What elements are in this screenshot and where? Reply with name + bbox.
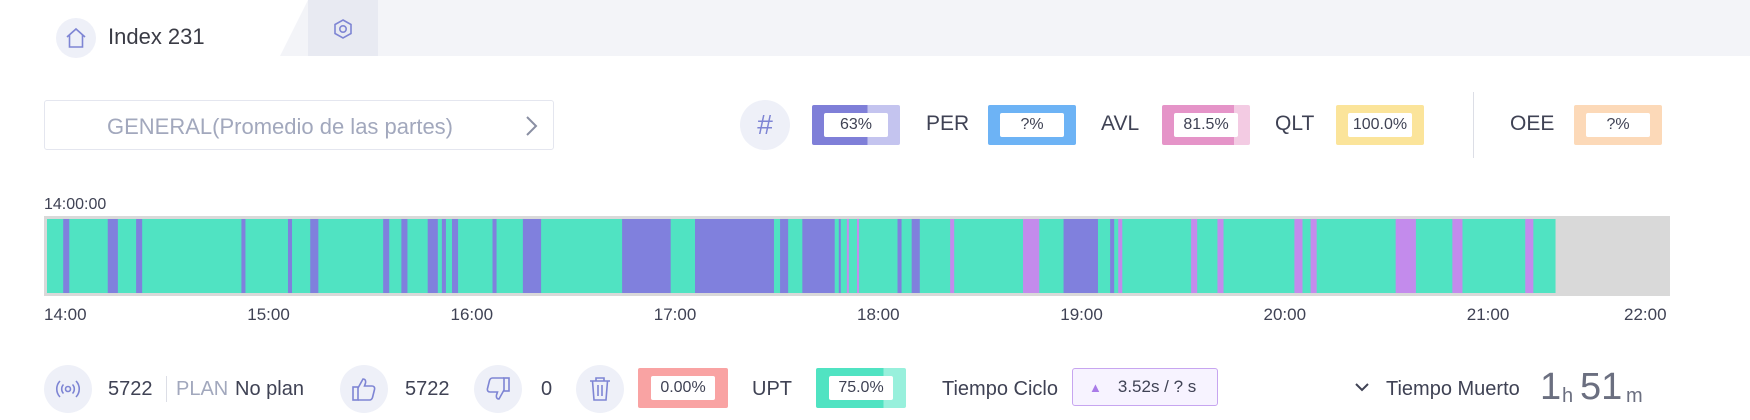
timeline-stopped-segment [310,219,319,293]
scrap-percent-box: 0.00% [638,368,728,408]
trash-icon [576,365,624,413]
scrap-percent-value: 0.00% [651,376,715,400]
ciclo-value-box: ▲ 3.52s / ? s [1072,368,1218,406]
timeline-tick-label: 16:00 [450,305,494,324]
timeline-microstop-segment [1294,219,1303,293]
timeline-microstop-segment [1395,219,1416,293]
oee-metric-value: ?% [1586,113,1650,137]
triangle-up-icon: ▲ [1089,379,1102,395]
tab-title: Index 231 [108,24,205,49]
tab-index[interactable]: Index 231 [0,0,308,58]
timeline-stopped-segment [241,219,246,293]
timeline-tick-label: 15:00 [247,305,290,324]
muerto-hours-unit: h [1562,385,1574,407]
timeline-stopped-segment [1110,219,1115,293]
timeline-stopped-segment [287,219,293,293]
bad-count: 0 [541,378,553,400]
timeline-microstop-segment [1191,219,1198,293]
dashboard: Index 231 GENERAL(Promedio de las partes… [0,0,1750,420]
timeline-tick-label: 18:00 [857,305,900,324]
qlt-metric-box: 100.0% [1336,105,1424,145]
thumbs-up-icon [340,365,388,413]
chevron-down-icon[interactable] [1354,380,1370,398]
metrics-divider [1473,92,1474,158]
chevron-right-icon [521,114,541,143]
timeline-microstop-segment [1118,219,1123,293]
timeline-stopped-segment [401,219,408,293]
timeline-microstop-segment [857,219,860,293]
timeline-microstop-segment [1217,219,1224,293]
timeline-stopped-segment [452,219,459,293]
timeline-tick-label: 20:00 [1263,305,1307,324]
timeline-tick-label: 14:00 [44,305,87,324]
settings-hex-icon [332,18,354,45]
production-timeline[interactable] [44,216,1670,296]
timeline-stopped-segment [427,219,438,293]
timeline-microstop-segment [1310,219,1317,293]
timeline-start-label: 14:00:00 [44,196,107,213]
oee-metric-box: ?% [1574,105,1662,145]
ciclo-label: Tiempo Ciclo [942,378,1058,400]
timeline-stopped-segment [802,219,835,293]
timeline-tick-label: 19:00 [1060,305,1103,324]
tab-settings[interactable] [308,0,378,56]
timeline-tick-label: 22:00 [1624,305,1667,324]
avl-metric-value: 81.5% [1174,113,1238,137]
timeline-microstop-segment [1525,219,1534,293]
timeline-stopped-segment [695,219,774,293]
main-metric-value: 63% [824,113,888,137]
tab-bar: Index 231 [0,0,1750,58]
signal-icon [44,365,92,413]
part-selector[interactable]: GENERAL(Promedio de las partes) [44,100,554,150]
good-count: 5722 [405,378,450,400]
plan-value: No plan [235,378,304,400]
timeline-stopped-segment [107,219,118,293]
timeline-stopped-segment [522,219,542,293]
oee-label: OEE [1510,112,1555,135]
avl-label: AVL [1101,112,1140,135]
timeline-stopped-segment [897,219,902,293]
production-count: 5722 [108,378,153,400]
home-icon [56,18,96,58]
per-label: PER [926,112,970,135]
thumbs-down-icon [474,365,522,413]
timeline-stopped-segment [622,219,671,293]
timeline-tick-label: 17:00 [653,305,697,324]
timeline-stopped-segment [383,219,390,293]
timeline-no-data-segment [1555,219,1667,293]
upt-metric-value: 75.0% [829,376,893,400]
ciclo-value: 3.52s / ? s [1117,377,1197,396]
timeline-tick-label: 21:00 [1466,305,1510,324]
timeline-stopped-segment [838,219,841,293]
timeline-stopped-segment [136,219,143,293]
timeline-running-segment [47,219,1556,293]
per-metric-value: ?% [1000,113,1064,137]
timeline-stopped-segment [492,219,497,293]
muerto-minutes: 51 [1580,366,1623,408]
plan-divider [166,376,167,402]
timeline-microstop-segment [1452,219,1463,293]
timeline-stopped-segment [780,219,789,293]
main-metric-box: 63% [812,105,900,145]
timeline-microstop-segment [846,219,849,293]
timeline-chart [47,219,1667,293]
timeline-stopped-segment [441,219,446,293]
timeline-stopped-segment [1063,219,1098,293]
avl-metric-box: 81.5% [1162,105,1250,145]
qlt-metric-value: 100.0% [1348,113,1412,137]
timeline-stopped-segment [911,219,920,293]
per-metric-box: ?% [988,105,1076,145]
timeline-microstop-segment [1023,219,1040,293]
timeline-microstop-segment [950,219,955,293]
upt-label: UPT [752,378,792,400]
plan-label: PLAN [176,378,229,400]
qlt-label: QLT [1275,112,1315,135]
hash-icon: # [740,100,790,150]
part-selector-label: GENERAL(Promedio de las partes) [106,114,454,139]
muerto-minutes-unit: m [1626,385,1643,407]
muerto-label: Tiempo Muerto [1386,378,1520,400]
upt-metric-box: 75.0% [816,368,906,408]
timeline-stopped-segment [63,219,70,293]
muerto-hours: 1 [1540,366,1562,408]
